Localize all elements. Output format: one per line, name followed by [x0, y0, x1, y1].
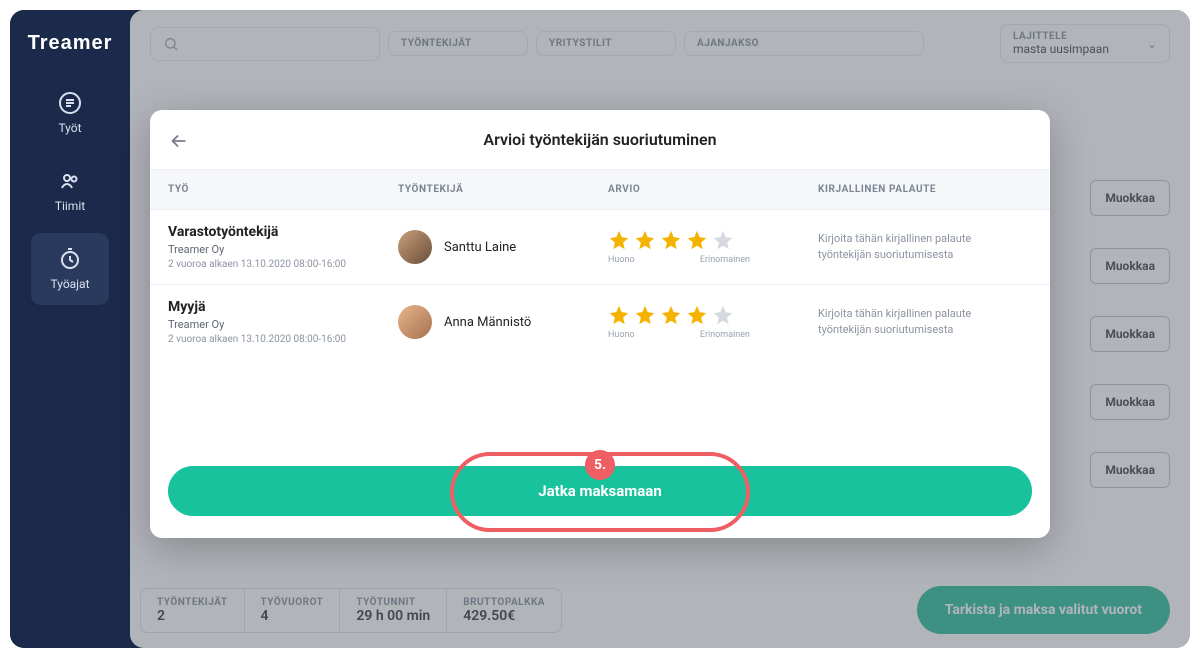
back-button[interactable]: [168, 130, 190, 152]
sidebar-item-tiimit[interactable]: Tiimit: [31, 155, 109, 227]
modal-title: Arvioi työntekijän suoriutuminen: [483, 130, 716, 149]
job-title: Myyjä: [168, 299, 398, 315]
rating-widget[interactable]: Huono Erinomainen: [608, 304, 818, 340]
worker-name: Anna Männistö: [444, 315, 531, 330]
star-icon: [660, 304, 682, 326]
sidebar-item-label: Tiimit: [55, 199, 85, 213]
table-row: Myyjä Treamer Oy 2 vuoroa alkaen 13.10.2…: [150, 284, 1050, 359]
avatar: [398, 230, 432, 264]
sidebar-item-tyoajat[interactable]: Työajat: [31, 233, 109, 305]
star-icon: [712, 229, 734, 251]
rating-max-label: Erinomainen: [700, 255, 750, 265]
star-icon: [608, 229, 630, 251]
continue-to-pay-button[interactable]: Jatka maksamaan: [168, 466, 1032, 516]
star-icon: [686, 304, 708, 326]
brand-logo: Treamer: [28, 32, 113, 55]
col-job: TYÖ: [168, 184, 398, 195]
col-worker: TYÖNTEKIJÄ: [398, 184, 608, 195]
job-company: Treamer Oy: [168, 318, 398, 331]
list-icon: [58, 91, 82, 115]
star-icon: [686, 229, 708, 251]
feedback-input[interactable]: Kirjoita tähän kirjallinen palaute työnt…: [818, 231, 1032, 263]
star-icon: [634, 304, 656, 326]
star-icon: [712, 304, 734, 326]
rating-widget[interactable]: Huono Erinomainen: [608, 229, 818, 265]
job-detail: 2 vuoroa alkaen 13.10.2020 08:00-16:00: [168, 334, 398, 345]
job-detail: 2 vuoroa alkaen 13.10.2020 08:00-16:00: [168, 259, 398, 270]
rating-min-label: Huono: [608, 255, 635, 265]
job-title: Varastotyöntekijä: [168, 224, 398, 240]
sidebar-item-tyot[interactable]: Työt: [31, 77, 109, 149]
sidebar-item-label: Työajat: [50, 277, 89, 291]
team-icon: [58, 169, 82, 193]
rating-max-label: Erinomainen: [700, 330, 750, 340]
arrow-left-icon: [168, 130, 190, 152]
stopwatch-icon: [58, 247, 82, 271]
sidebar: Treamer Työt Tiimit Työajat: [10, 10, 130, 648]
feedback-input[interactable]: Kirjoita tähän kirjallinen palaute työnt…: [818, 306, 1032, 338]
col-feedback: KIRJALLINEN PALAUTE: [818, 184, 1032, 195]
rating-min-label: Huono: [608, 330, 635, 340]
avatar: [398, 305, 432, 339]
table-header: TYÖ TYÖNTEKIJÄ ARVIO KIRJALLINEN PALAUTE: [150, 170, 1050, 209]
job-company: Treamer Oy: [168, 243, 398, 256]
rating-modal: Arvioi työntekijän suoriutuminen TYÖ TYÖ…: [150, 110, 1050, 538]
star-icon: [608, 304, 630, 326]
star-icon: [634, 229, 656, 251]
worker-name: Santtu Laine: [444, 240, 516, 255]
col-rating: ARVIO: [608, 184, 818, 195]
star-icon: [660, 229, 682, 251]
table-row: Varastotyöntekijä Treamer Oy 2 vuoroa al…: [150, 209, 1050, 284]
sidebar-item-label: Työt: [58, 121, 81, 135]
